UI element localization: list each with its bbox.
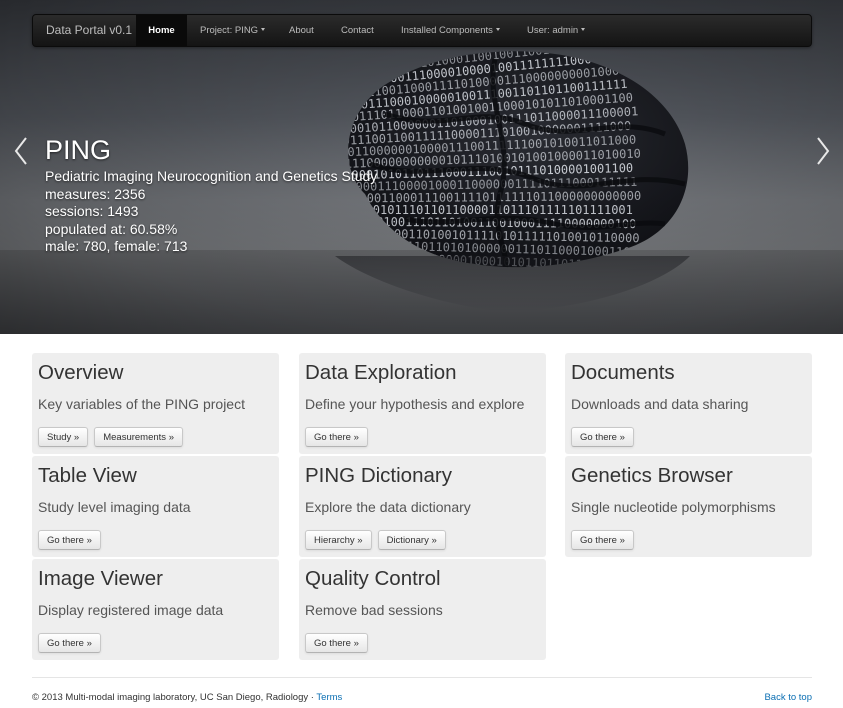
- dictionary-button[interactable]: Dictionary »: [377, 530, 446, 550]
- nav-user-dropdown[interactable]: User: admin: [527, 15, 586, 46]
- go-there-button[interactable]: Go there »: [571, 427, 634, 447]
- nav-user-label: User: admin: [527, 25, 579, 36]
- card-description: Downloads and data sharing: [571, 396, 749, 412]
- card-title: Data Exploration: [305, 361, 457, 384]
- card-title: Table View: [38, 464, 137, 487]
- card-description: Remove bad sessions: [305, 602, 443, 618]
- card-title: Image Viewer: [38, 567, 163, 590]
- go-there-button[interactable]: Go there »: [38, 530, 101, 550]
- hero-subtitle: Pediatric Imaging Neurocognition and Gen…: [45, 168, 378, 184]
- card-description: Key variables of the PING project: [38, 396, 245, 412]
- hero-populated: populated at: 60.58%: [45, 220, 178, 237]
- card-quality-control: Quality Control Remove bad sessions Go t…: [299, 559, 546, 660]
- nav-about[interactable]: About: [289, 15, 314, 46]
- hero-carousel: 0100010110011000101000110010011001001001…: [0, 0, 843, 334]
- nav-project-label: Project: PING: [200, 25, 259, 36]
- go-there-button[interactable]: Go there »: [38, 633, 101, 653]
- card-description: Define your hypothesis and explore: [305, 396, 525, 412]
- hero-sessions: sessions: 1493: [45, 203, 139, 219]
- card-description: Study level imaging data: [38, 499, 191, 515]
- measurements-button[interactable]: Measurements »: [94, 427, 183, 447]
- brand-link[interactable]: Data Portal v0.1: [46, 15, 132, 46]
- card-description: Display registered image data: [38, 602, 224, 618]
- card-table-view: Table View Study level imaging data Go t…: [32, 456, 279, 557]
- card-image-viewer: Image Viewer Display registered image da…: [32, 559, 279, 660]
- footer-divider: [32, 677, 812, 678]
- chevron-left-icon[interactable]: [12, 136, 30, 166]
- card-title: Quality Control: [305, 567, 441, 590]
- card-title: PING Dictionary: [305, 464, 452, 487]
- card-title: Overview: [38, 361, 124, 384]
- footer-copyright: © 2013 Multi-modal imaging laboratory, U…: [32, 692, 342, 703]
- terms-link[interactable]: Terms: [316, 692, 342, 703]
- chevron-right-icon[interactable]: [814, 136, 832, 166]
- copyright-text: © 2013 Multi-modal imaging laboratory, U…: [32, 692, 317, 703]
- caret-down-icon: [581, 27, 586, 31]
- go-there-button[interactable]: Go there »: [305, 633, 368, 653]
- card-data-exploration: Data Exploration Define your hypothesis …: [299, 353, 546, 454]
- nav-installed-components-label: Installed Components: [401, 25, 493, 36]
- hero-title: PING: [45, 135, 112, 165]
- caret-down-icon: [261, 27, 266, 31]
- nav-home[interactable]: Home: [136, 15, 187, 46]
- nav-about-label: About: [289, 25, 314, 36]
- card-ping-dictionary: PING Dictionary Explore the data diction…: [299, 456, 546, 557]
- back-to-top-link[interactable]: Back to top: [764, 692, 812, 703]
- card-title: Genetics Browser: [571, 464, 733, 487]
- card-title: Documents: [571, 361, 675, 384]
- nav-home-label: Home: [148, 25, 175, 36]
- hero-gender-counts: male: 780, female: 713: [45, 238, 188, 254]
- nav-contact-label: Contact: [341, 25, 374, 36]
- nav-project-dropdown[interactable]: Project: PING: [200, 15, 266, 46]
- go-there-button[interactable]: Go there »: [571, 530, 634, 550]
- nav-contact[interactable]: Contact: [341, 15, 374, 46]
- card-documents: Documents Downloads and data sharing Go …: [565, 353, 812, 454]
- study-button[interactable]: Study »: [38, 427, 89, 447]
- hero-caption: PING Pediatric Imaging Neurocognition an…: [45, 134, 377, 256]
- go-there-button[interactable]: Go there »: [305, 427, 368, 447]
- hero-measures: measures: 2356: [45, 185, 146, 202]
- top-navbar: Data Portal v0.1 Home Project: PING Abou…: [32, 14, 812, 47]
- card-description: Single nucleotide polymorphisms: [571, 499, 776, 515]
- card-overview: Overview Key variables of the PING proje…: [32, 353, 279, 454]
- hierarchy-button[interactable]: Hierarchy »: [305, 530, 372, 550]
- card-description: Explore the data dictionary: [305, 499, 471, 515]
- card-genetics-browser: Genetics Browser Single nucleotide polym…: [565, 456, 812, 557]
- caret-down-icon: [495, 27, 500, 31]
- nav-installed-components-dropdown[interactable]: Installed Components: [401, 15, 500, 46]
